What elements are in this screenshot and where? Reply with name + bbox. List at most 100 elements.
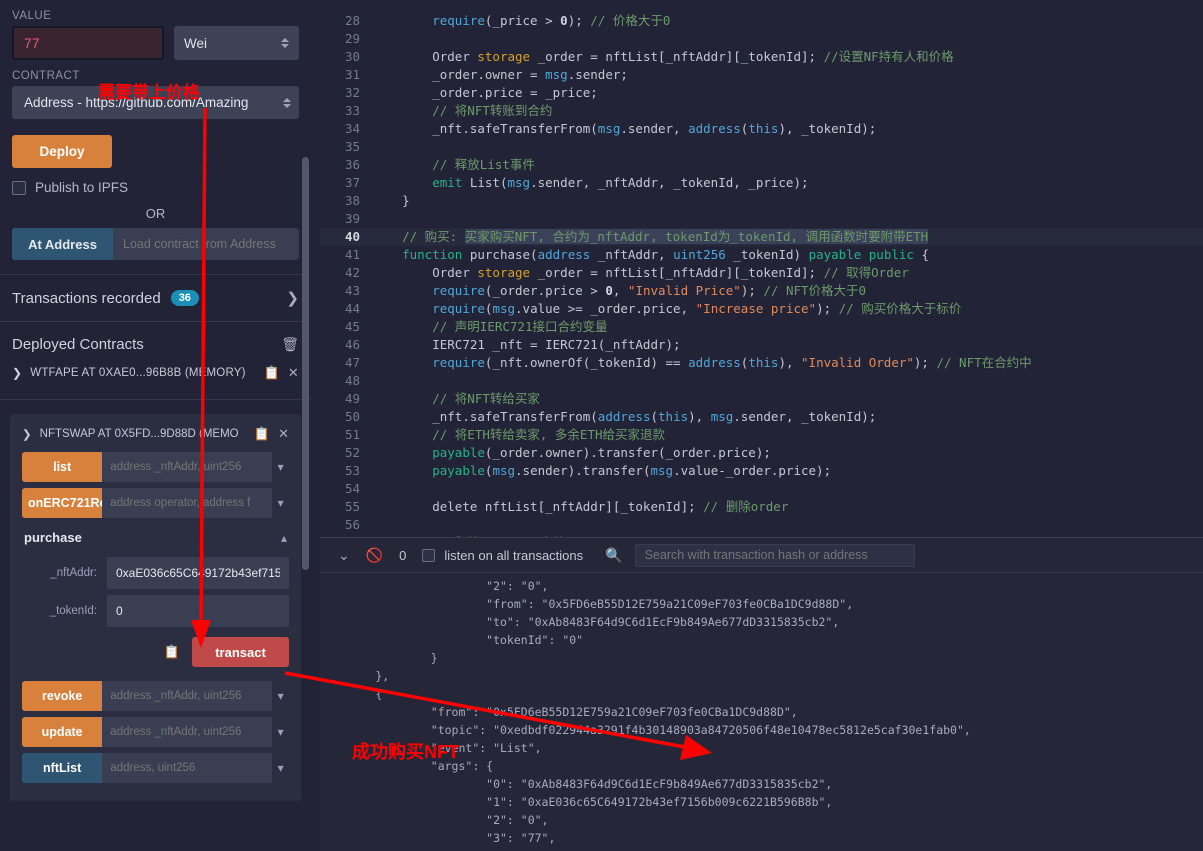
- at-address-button[interactable]: At Address: [12, 228, 113, 260]
- chevron-down-icon[interactable]: ▾: [272, 460, 289, 474]
- value-unit-label: Wei: [184, 35, 208, 51]
- code-line[interactable]: 34 _nft.safeTransferFrom(msg.sender, add…: [320, 120, 1203, 138]
- trash-icon[interactable]: 🗑: [281, 336, 299, 353]
- code-line[interactable]: 41 function purchase(address _nftAddr, u…: [320, 246, 1203, 264]
- code-line[interactable]: 39: [320, 210, 1203, 228]
- function-params-revoke[interactable]: [102, 681, 273, 711]
- line-number: 36: [344, 157, 360, 172]
- code-text: _order.price = _price;: [432, 85, 598, 100]
- function-purchase-header[interactable]: purchase ▴: [18, 524, 293, 551]
- deployed-contract-nftswap-card: ❯ NFTSWAP AT 0X5FD...9D88D (MEMO 📋 ✕ lis…: [10, 414, 301, 801]
- value-row: Wei: [12, 26, 299, 60]
- code-line[interactable]: 45 // 声明IERC721接口合约变量: [320, 318, 1203, 336]
- chevron-down-icon[interactable]: ▾: [272, 496, 289, 510]
- left-panel-scrollbar[interactable]: [302, 157, 309, 570]
- transactions-recorded-row[interactable]: Transactions recorded 36 ❯: [0, 274, 311, 322]
- code-line[interactable]: 28 require(_price > 0); // 价格大于0: [320, 12, 1203, 30]
- code-line[interactable]: 51 // 将ETH转给卖家, 多余ETH给买家退款: [320, 426, 1203, 444]
- clear-console-icon[interactable]: 🚫: [358, 547, 391, 564]
- close-icon[interactable]: ✕: [278, 426, 289, 442]
- value-input-wrap: [12, 26, 164, 60]
- code-line[interactable]: 35: [320, 138, 1203, 156]
- chevron-down-icon[interactable]: ❯: [22, 427, 32, 441]
- code-text: // 将NFT转给买家: [432, 391, 540, 406]
- code-line[interactable]: 30 Order storage _order = nftList[_nftAd…: [320, 48, 1203, 66]
- code-line[interactable]: 55 delete nftList[_nftAddr][_tokenId]; /…: [320, 498, 1203, 516]
- publish-to-ipfs-row[interactable]: Publish to IPFS: [12, 180, 299, 195]
- contract-select[interactable]: Address - https://github.com/Amazing: [12, 86, 299, 119]
- code-line[interactable]: 33 // 将NFT转账到合约: [320, 102, 1203, 120]
- code-line[interactable]: 43 require(_order.price > 0, "Invalid Pr…: [320, 282, 1203, 300]
- purchase-param-nftaddr-input[interactable]: [107, 557, 289, 589]
- chevron-down-icon[interactable]: ▾: [272, 761, 289, 775]
- code-line[interactable]: 46 IERC721 _nft = IERC721(_nftAddr);: [320, 336, 1203, 354]
- chevron-updown-icon: [283, 97, 291, 108]
- code-line[interactable]: 53 payable(msg.sender).transfer(msg.valu…: [320, 462, 1203, 480]
- transaction-search-input[interactable]: [634, 543, 915, 567]
- listen-on-all-transactions-checkbox[interactable]: [422, 548, 436, 562]
- line-number: 35: [344, 139, 360, 154]
- function-button-nftlist[interactable]: nftList: [22, 753, 103, 783]
- function-params-onerc721received[interactable]: [102, 488, 273, 518]
- code-text: Order storage _order = nftList[_nftAddr]…: [432, 49, 954, 64]
- code-text: // 将ETH转给卖家, 多余ETH给买家退款: [432, 427, 666, 442]
- terminal-output-line: "from": "0x5FD6eB55D12E759a21C09eF703fe0…: [320, 705, 798, 719]
- code-line[interactable]: 56: [320, 516, 1203, 534]
- code-line[interactable]: 50 _nft.safeTransferFrom(address(this), …: [320, 408, 1203, 426]
- line-number: 48: [344, 373, 360, 388]
- code-line[interactable]: 32 _order.price = _price;: [320, 84, 1203, 102]
- chevron-right-icon[interactable]: ❯: [12, 366, 22, 380]
- function-button-update[interactable]: update: [22, 717, 103, 747]
- terminal-panel: ⌄ 🚫 0 listen on all transactions 🔍 "2": …: [320, 537, 1203, 851]
- purchase-param-tokenid-label: _tokenId:: [49, 605, 97, 617]
- code-editor[interactable]: 28 require(_price > 0); // 价格大于0 29 30 Or…: [320, 0, 1203, 537]
- chevron-up-icon[interactable]: ▴: [281, 531, 287, 545]
- code-line[interactable]: 31 _order.owner = msg.sender;: [320, 66, 1203, 84]
- code-text: _nft.safeTransferFrom(address(this), msg…: [432, 409, 877, 424]
- line-number: 40: [344, 229, 360, 244]
- function-params-update[interactable]: [102, 717, 273, 747]
- code-line[interactable]: 49 // 将NFT转给买家: [320, 390, 1203, 408]
- copy-calldata-icon[interactable]: 📋: [164, 644, 180, 660]
- value-input[interactable]: [14, 28, 162, 58]
- code-line[interactable]: 52 payable(_order.owner).transfer(_order…: [320, 444, 1203, 462]
- close-icon[interactable]: ✕: [288, 365, 299, 381]
- function-params-nftlist[interactable]: [102, 753, 273, 783]
- terminal-output-line: "2": "0",: [320, 813, 549, 827]
- purchase-param-nftaddr-row: _nftAddr:: [22, 557, 289, 589]
- load-contract-address-input[interactable]: [113, 228, 299, 260]
- function-button-revoke[interactable]: revoke: [22, 681, 103, 711]
- chevron-down-icon[interactable]: ▾: [272, 689, 289, 703]
- editor-scrollbar[interactable]: [1195, 0, 1203, 537]
- nftswap-card-header[interactable]: ❯ NFTSWAP AT 0X5FD...9D88D (MEMO 📋 ✕: [18, 424, 293, 452]
- purchase-transact-button[interactable]: transact: [192, 637, 289, 667]
- code-line[interactable]: 47 require(_nft.ownerOf(_tokenId) == add…: [320, 354, 1203, 372]
- line-number: 46: [344, 337, 360, 352]
- code-line[interactable]: 38 }: [320, 192, 1203, 210]
- value-unit-select[interactable]: Wei: [174, 26, 299, 60]
- deployed-contract-wtfape[interactable]: ❯ WTFAPE AT 0XAE0...96B8B (MEMORY) 📋 ✕: [0, 361, 311, 385]
- publish-to-ipfs-checkbox[interactable]: [12, 180, 26, 195]
- code-line[interactable]: 44 require(msg.value >= _order.price, "I…: [320, 300, 1203, 318]
- function-button-list[interactable]: list: [22, 452, 103, 482]
- function-button-onerc721received[interactable]: onERC721Rec...: [22, 488, 103, 518]
- code-line[interactable]: 29: [320, 30, 1203, 48]
- function-params-list[interactable]: [102, 452, 273, 482]
- contract-name-label: WTFAPE AT 0XAE0...96B8B (MEMORY): [30, 367, 246, 379]
- chevron-right-icon[interactable]: ❯: [286, 289, 299, 307]
- deploy-button[interactable]: Deploy: [12, 135, 112, 168]
- line-number: 54: [344, 481, 360, 496]
- code-line[interactable]: 40 // 购买: 买家购买NFT, 合约为_nftAddr, tokenId为…: [320, 228, 1203, 246]
- purchase-param-tokenid-input[interactable]: [107, 595, 289, 627]
- collapse-all-icon[interactable]: ⌄: [330, 547, 358, 564]
- code-line[interactable]: [320, 0, 1203, 12]
- copy-icon[interactable]: 📋: [254, 426, 270, 442]
- code-line[interactable]: 37 emit List(msg.sender, _nftAddr, _toke…: [320, 174, 1203, 192]
- code-line[interactable]: 54: [320, 480, 1203, 498]
- code-line[interactable]: 36 // 释放List事件: [320, 156, 1203, 174]
- copy-icon[interactable]: 📋: [264, 365, 280, 381]
- code-line[interactable]: 42 Order storage _order = nftList[_nftAd…: [320, 264, 1203, 282]
- code-line[interactable]: 48: [320, 372, 1203, 390]
- chevron-down-icon[interactable]: ▾: [272, 725, 289, 739]
